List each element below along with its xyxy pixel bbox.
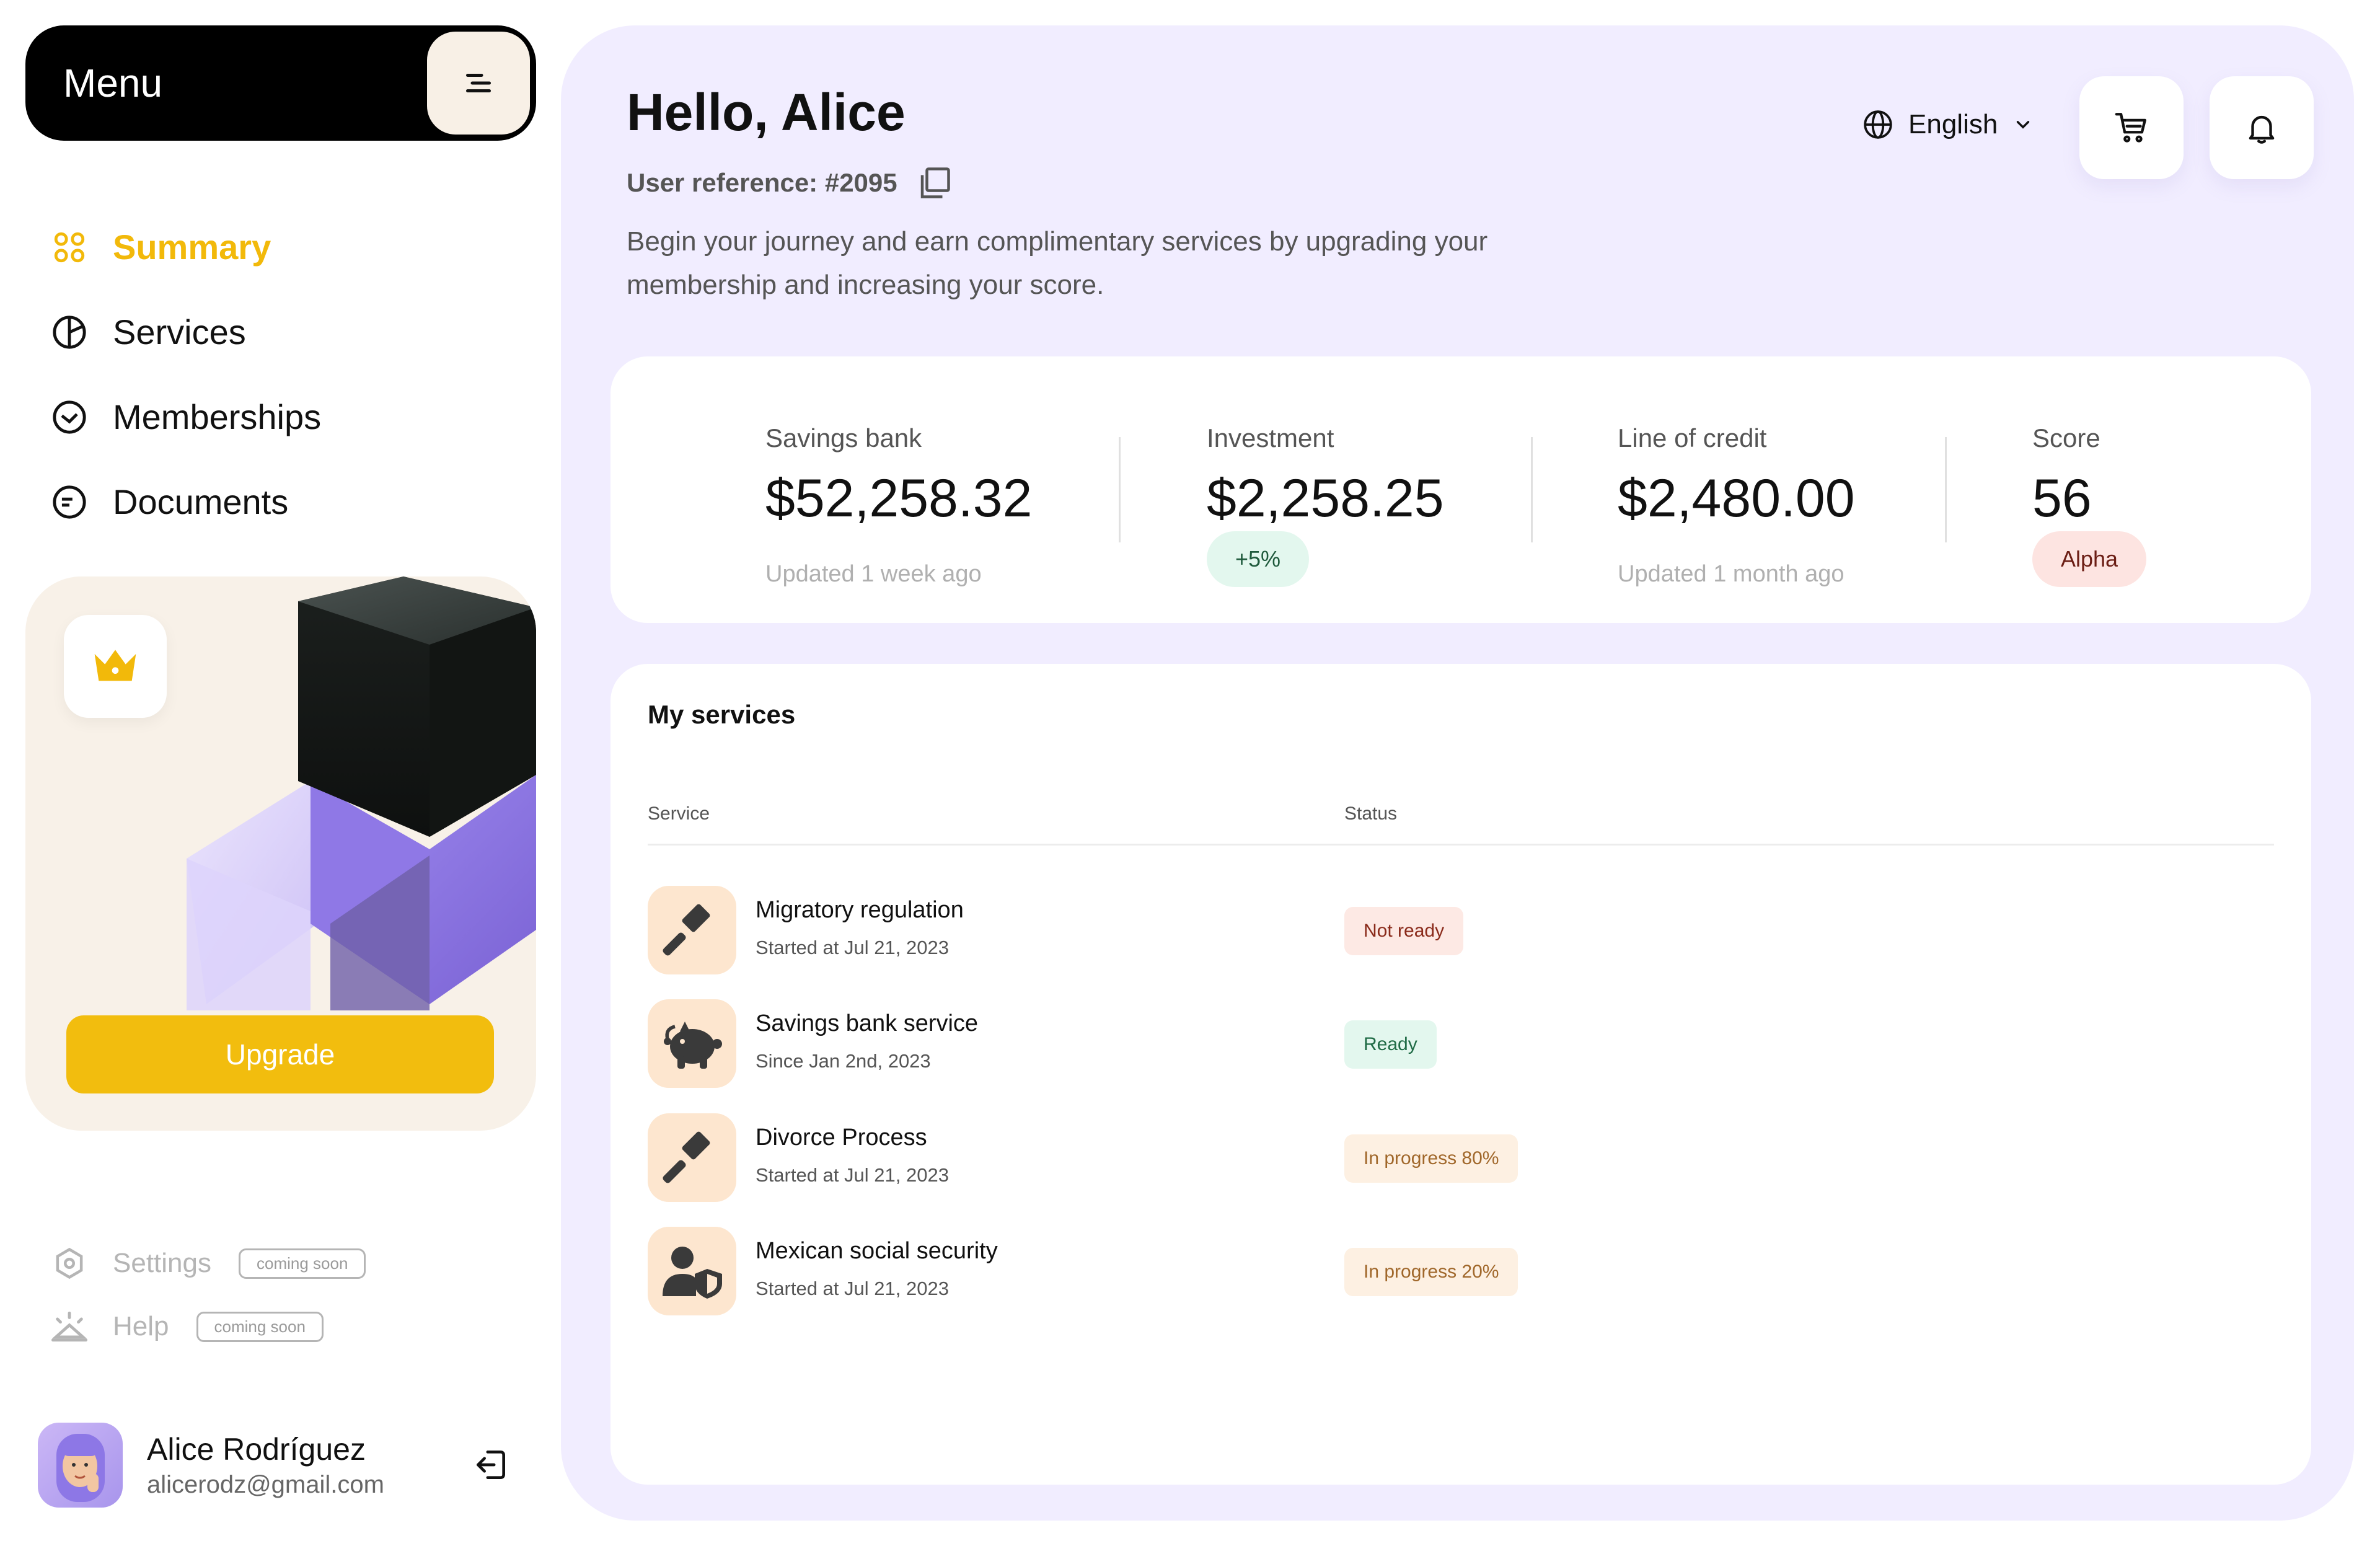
menu-lines-icon	[466, 74, 491, 92]
main-panel: Hello, Alice User reference: #2095 Begin…	[561, 25, 2354, 1521]
stat-value: $52,258.32	[765, 469, 1033, 528]
menu-bar: Menu	[25, 25, 536, 141]
stat-value: $2,258.25	[1207, 469, 1444, 528]
services-title: My services	[648, 700, 796, 729]
help-sunrise-icon	[51, 1308, 88, 1345]
logout-icon[interactable]	[469, 1442, 513, 1487]
stat-label: Line of credit	[1618, 423, 1767, 453]
service-name: Mexican social security	[756, 1238, 998, 1264]
upgrade-promo-card: Upgrade	[25, 576, 536, 1131]
stat-updated: Updated 1 month ago	[1618, 561, 1844, 587]
page-title: Hello, Alice	[627, 83, 906, 141]
upgrade-button[interactable]: Upgrade	[66, 1015, 494, 1093]
user-reference-row: User reference: #2095	[627, 164, 953, 201]
crown-badge	[64, 615, 167, 718]
table-row[interactable]: Mexican social security Started at Jul 2…	[648, 1227, 2274, 1317]
divider	[1531, 437, 1533, 542]
stat-label: Score	[2032, 423, 2100, 453]
service-date: Started at Jul 21, 2023	[756, 1278, 949, 1299]
language-selector[interactable]: English	[1862, 109, 2034, 140]
settings-item[interactable]: Settings coming soon	[51, 1245, 366, 1282]
document-icon	[51, 484, 88, 521]
grid-icon	[51, 229, 88, 266]
help-label: Help	[113, 1311, 169, 1341]
sidebar-item-label: Services	[113, 312, 246, 351]
service-name: Divorce Process	[756, 1124, 927, 1151]
stat-value: 56	[2032, 469, 2092, 528]
coming-soon-badge: coming soon	[238, 1248, 366, 1279]
pie-icon	[51, 314, 88, 351]
score-tier-badge: Alpha	[2032, 531, 2147, 587]
sidebar-item-documents[interactable]: Documents	[51, 459, 321, 544]
user-profile: Alice Rodríguez alicerodz@gmail.com	[38, 1423, 534, 1509]
coming-soon-badge: coming soon	[196, 1311, 324, 1342]
settings-label: Settings	[113, 1248, 211, 1278]
service-name: Migratory regulation	[756, 897, 964, 923]
service-date: Started at Jul 21, 2023	[756, 937, 949, 958]
gavel-icon	[648, 886, 736, 974]
sidebar: Menu Summary Services Memberships Docume…	[0, 0, 558, 1546]
piggy-bank-icon	[648, 999, 736, 1088]
user-name: Alice Rodríguez	[147, 1432, 366, 1467]
user-reference: User reference: #2095	[627, 168, 897, 197]
table-row[interactable]: Migratory regulation Started at Jul 21, …	[648, 886, 2274, 976]
language-label: English	[1908, 109, 1998, 139]
notifications-button[interactable]	[2210, 76, 2314, 179]
service-date: Started at Jul 21, 2023	[756, 1164, 949, 1186]
status-badge: In progress 80%	[1344, 1134, 1518, 1183]
stat-value: $2,480.00	[1618, 469, 1855, 528]
column-header-status: Status	[1344, 803, 1398, 824]
user-email: alicerodz@gmail.com	[147, 1471, 384, 1498]
table-row[interactable]: Savings bank service Since Jan 2nd, 2023…	[648, 999, 2274, 1089]
sidebar-item-summary[interactable]: Summary	[51, 205, 321, 289]
user-shield-icon	[648, 1227, 736, 1315]
status-badge: Not ready	[1344, 907, 1464, 955]
my-services-card: My services Service Status Migratory reg…	[610, 664, 2311, 1485]
status-badge: In progress 20%	[1344, 1248, 1518, 1296]
globe-icon	[1864, 110, 1892, 139]
sidebar-item-label: Documents	[113, 482, 289, 521]
stats-card: Savings bank $52,258.32 Updated 1 week a…	[610, 356, 2311, 623]
crown-icon	[94, 650, 136, 681]
clock-smile-icon	[51, 399, 88, 436]
service-name: Savings bank service	[756, 1010, 979, 1036]
sidebar-item-label: Memberships	[113, 397, 322, 436]
cubes-illustration	[187, 576, 536, 1010]
stat-updated: Updated 1 week ago	[765, 561, 982, 587]
status-badge: Ready	[1344, 1020, 1437, 1069]
page-description: Begin your journey and earn complimentar…	[627, 226, 1488, 300]
menu-toggle-button[interactable]	[427, 32, 530, 135]
stat-label: Investment	[1207, 423, 1334, 453]
table-row[interactable]: Divorce Process Started at Jul 21, 2023 …	[648, 1113, 2274, 1203]
service-date: Since Jan 2nd, 2023	[756, 1050, 931, 1072]
gavel-icon	[648, 1113, 736, 1202]
divider	[1119, 437, 1121, 542]
column-header-service: Service	[648, 803, 710, 824]
sidebar-item-memberships[interactable]: Memberships	[51, 374, 321, 459]
bell-icon	[2249, 115, 2275, 144]
avatar[interactable]	[38, 1423, 123, 1508]
sidebar-item-services[interactable]: Services	[51, 289, 321, 374]
sidebar-item-label: Summary	[113, 227, 271, 267]
help-item[interactable]: Help coming soon	[51, 1308, 324, 1345]
growth-badge: +5%	[1207, 531, 1310, 587]
chevron-down-icon	[2017, 121, 2030, 129]
cart-button[interactable]	[2079, 76, 2184, 179]
menu-title: Menu	[63, 61, 163, 105]
divider	[1945, 437, 1947, 542]
header-divider	[648, 844, 2274, 846]
sidebar-nav: Summary Services Memberships Documents	[51, 205, 321, 544]
settings-icon	[51, 1245, 88, 1282]
stat-label: Savings bank	[765, 423, 922, 453]
cart-icon	[2115, 113, 2146, 143]
copy-icon[interactable]	[916, 164, 953, 201]
